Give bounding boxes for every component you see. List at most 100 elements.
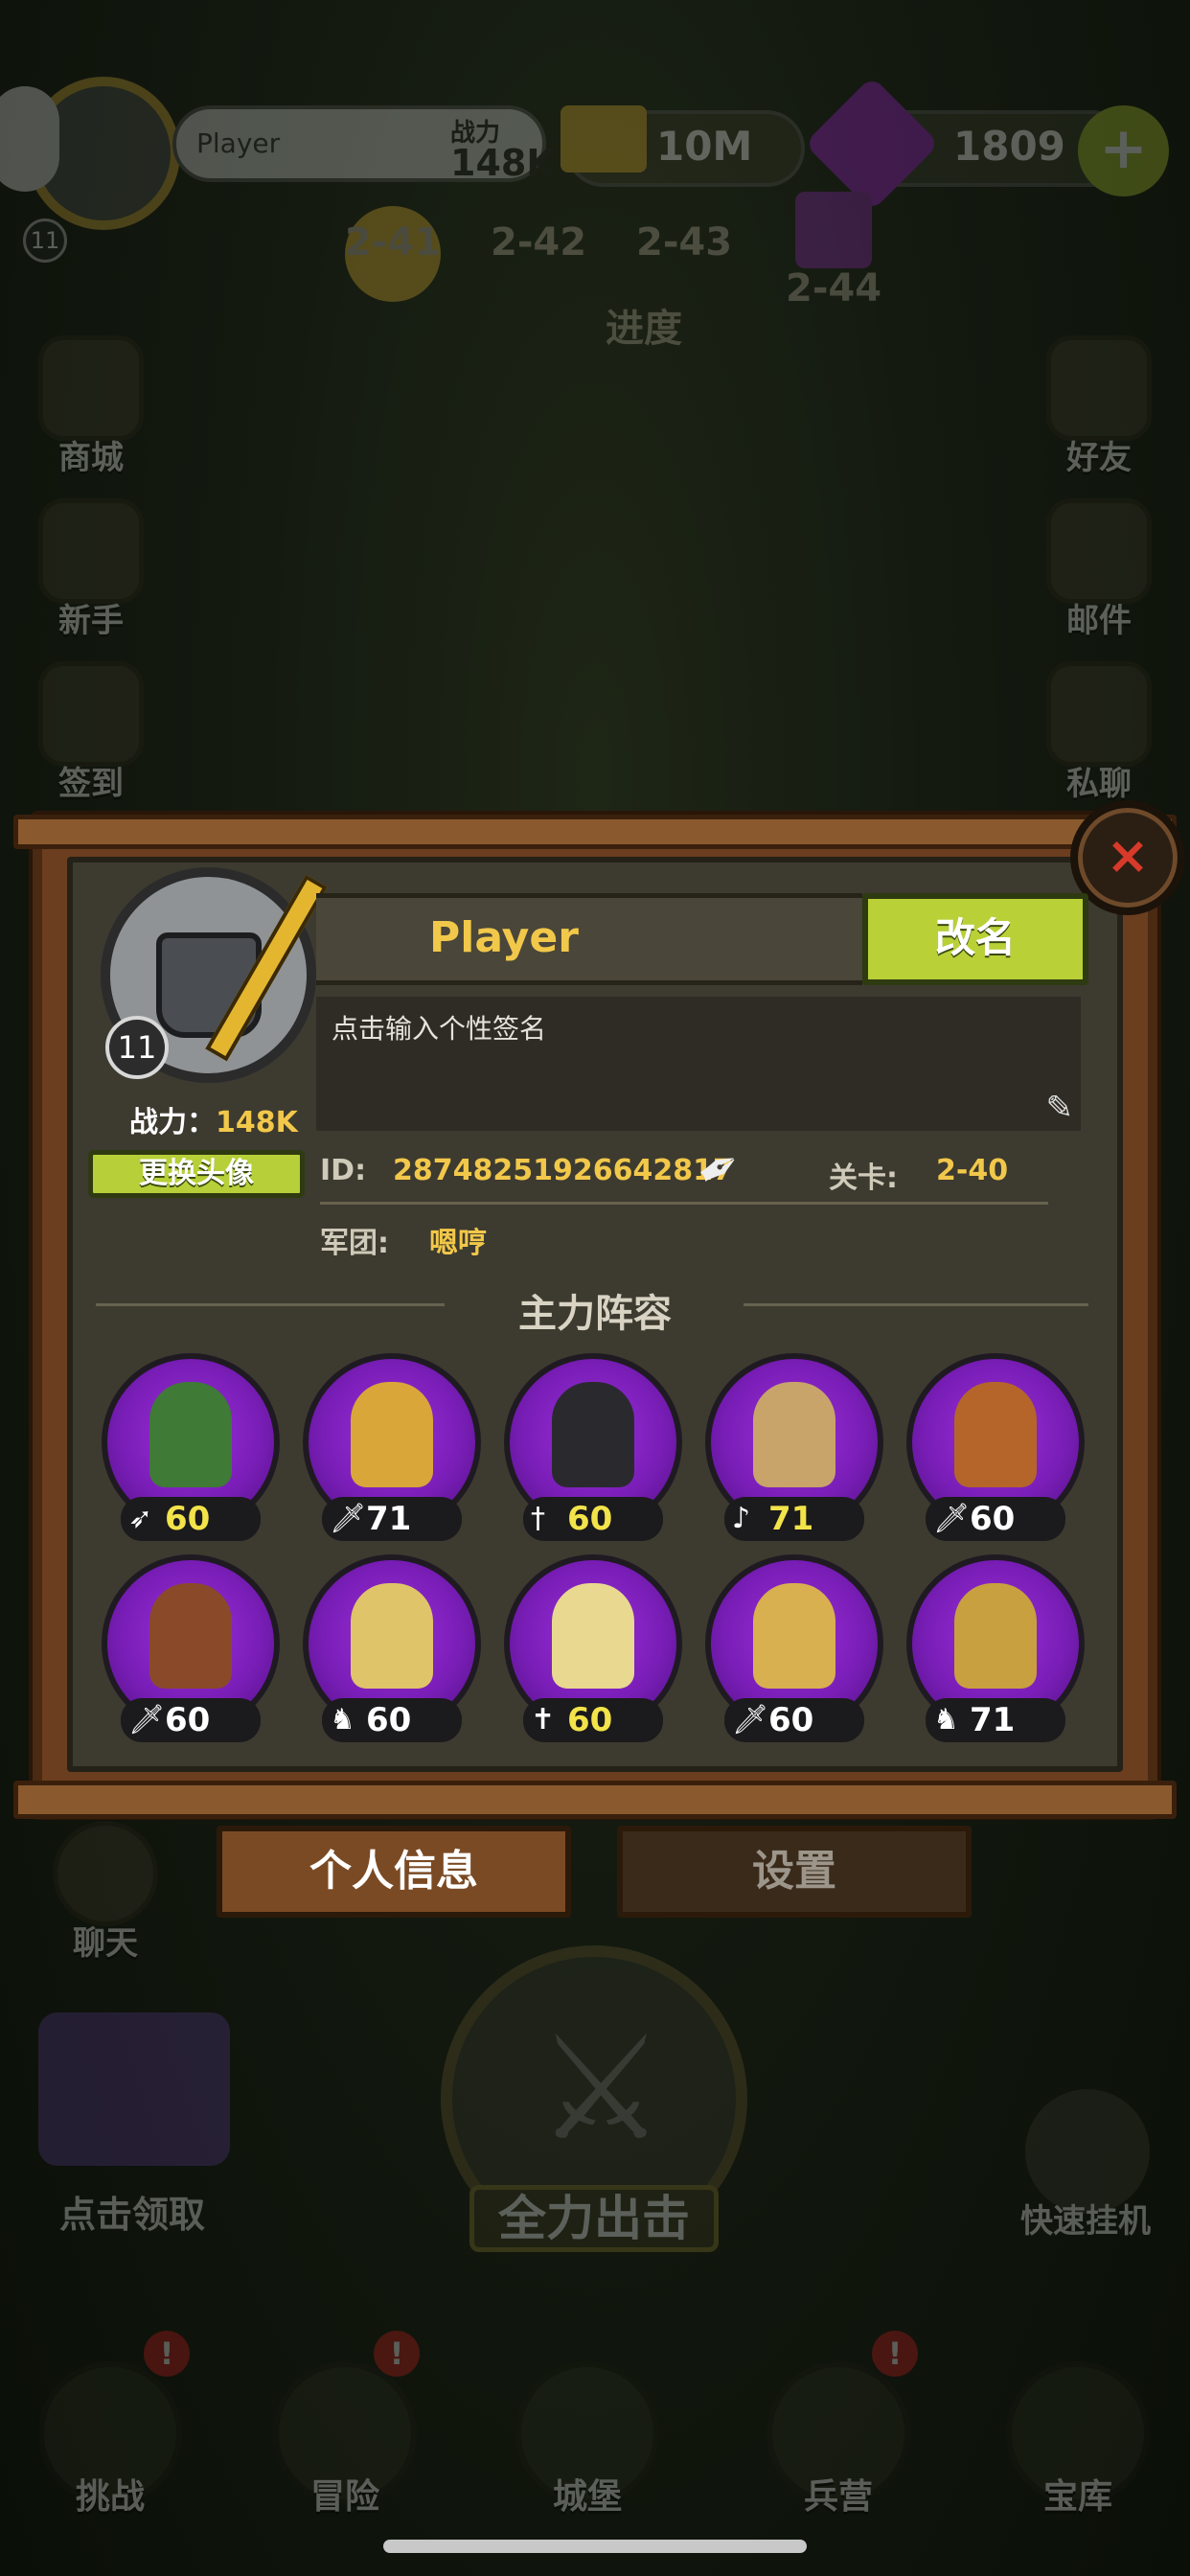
afk-label[interactable]: 快速挂机 xyxy=(1020,2195,1151,2242)
panel-frame-bottom-bar xyxy=(13,1781,1177,1819)
stage-label-3: 2-43 xyxy=(636,220,733,264)
dagger-class-icon: † xyxy=(531,1502,545,1535)
nav-castle[interactable]: 城堡 xyxy=(506,2361,669,2518)
stage-value: 2-40 xyxy=(936,1154,1009,1187)
chat-icon xyxy=(53,1821,158,1926)
hero-card[interactable]: ➶ 60 xyxy=(102,1353,280,1545)
bow-class-icon: ➶ xyxy=(128,1502,153,1535)
close-icon: × xyxy=(1106,825,1150,886)
hero-portrait xyxy=(149,1583,232,1689)
stage-label: 关卡: xyxy=(829,1162,898,1195)
tab-settings[interactable]: 设置 xyxy=(617,1826,972,1918)
lineup-title: 主力阵容 xyxy=(518,1292,672,1336)
hero-level: 71 xyxy=(970,1701,1016,1739)
rename-button[interactable]: 改名 xyxy=(862,893,1088,985)
gold-value: 10M xyxy=(656,123,753,170)
hero-portrait xyxy=(753,1583,835,1689)
nav-challenge-label: 挑战 xyxy=(75,2477,145,2517)
hero-card[interactable]: † 60 xyxy=(504,1353,682,1545)
hero-level: 71 xyxy=(768,1500,814,1538)
nav-adventure[interactable]: 冒险 xyxy=(263,2361,426,2518)
chat-button[interactable]: 聊天 xyxy=(43,1821,168,1964)
hero-level: 60 xyxy=(567,1500,613,1538)
private-chat-label: 私聊 xyxy=(1066,765,1132,803)
message-icon xyxy=(1046,661,1152,767)
change-avatar-button[interactable]: 更换头像 xyxy=(88,1150,305,1198)
cross-class-icon: ✝ xyxy=(531,1703,556,1736)
top-power-value: 148K xyxy=(450,142,555,184)
hero-portrait xyxy=(149,1382,232,1487)
signature-placeholder: 点击输入个性签名 xyxy=(332,1013,547,1045)
private-chat-button[interactable]: 私聊 xyxy=(1037,661,1161,804)
id-label: ID: xyxy=(320,1154,367,1187)
sword-class-icon: 🗡 xyxy=(732,1703,769,1736)
newbie-label: 新手 xyxy=(58,602,124,640)
hero-level: 60 xyxy=(165,1701,211,1739)
shop-label: 商城 xyxy=(58,439,124,477)
shop-button[interactable]: 商城 xyxy=(29,335,153,478)
hero-portrait xyxy=(351,1382,433,1487)
nav-castle-label: 城堡 xyxy=(552,2477,622,2517)
nav-treasury[interactable]: 宝库 xyxy=(996,2361,1159,2518)
shop-icon xyxy=(38,335,144,441)
attack-label[interactable]: 全力出击 xyxy=(469,2185,719,2252)
gold-icon xyxy=(561,105,647,172)
hero-card[interactable]: ✝ 60 xyxy=(504,1554,682,1746)
friends-button[interactable]: 好友 xyxy=(1037,335,1161,478)
top-left-emblem[interactable] xyxy=(0,86,59,192)
home-indicator[interactable] xyxy=(383,2540,807,2553)
info-divider xyxy=(320,1202,1048,1205)
nav-adventure-label: 冒险 xyxy=(309,2477,379,2517)
legion-label: 军团: xyxy=(320,1227,389,1260)
hero-level: 71 xyxy=(366,1500,412,1538)
boss-stage-icon xyxy=(795,192,872,268)
nav-barracks[interactable]: 兵营 xyxy=(757,2361,920,2518)
hero-card[interactable]: 🗡 60 xyxy=(906,1353,1085,1545)
hero-portrait xyxy=(351,1583,433,1689)
profile-name: Player xyxy=(429,913,579,962)
checkin-button[interactable]: 签到 xyxy=(29,661,153,804)
crossed-swords-icon: ⚔ xyxy=(537,2006,666,2173)
sword-class-icon: 🗡 xyxy=(330,1502,367,1535)
challenge-alert-badge: ! xyxy=(144,2331,190,2377)
staff-class-icon: ♪ xyxy=(732,1502,751,1535)
hero-level: 60 xyxy=(567,1701,613,1739)
add-gems-button[interactable]: + xyxy=(1078,105,1169,196)
nav-challenge[interactable]: 挑战 xyxy=(29,2361,192,2518)
stage-label-1: 2-41 xyxy=(345,220,442,264)
chat-label: 聊天 xyxy=(73,1924,138,1963)
profile-power: 战力：148K xyxy=(129,1098,298,1140)
nav-treasury-label: 宝库 xyxy=(1042,2477,1112,2517)
hero-card[interactable]: ♞ 60 xyxy=(303,1554,481,1746)
hammer-icon xyxy=(38,498,144,604)
friends-label: 好友 xyxy=(1066,439,1132,477)
nav-barracks-label: 兵营 xyxy=(803,2477,873,2517)
hero-card[interactable]: ♞ 71 xyxy=(906,1554,1085,1746)
name-bar: Player xyxy=(316,893,862,985)
progress-label: 进度 xyxy=(606,307,682,351)
hero-level: 60 xyxy=(165,1500,211,1538)
hero-card[interactable]: 🗡 60 xyxy=(705,1554,883,1746)
mail-button[interactable]: 邮件 xyxy=(1037,498,1161,641)
claim-label[interactable]: 点击领取 xyxy=(59,2185,205,2238)
hero-card[interactable]: 🗡 71 xyxy=(303,1353,481,1545)
tab-personal-info[interactable]: 个人信息 xyxy=(217,1826,571,1918)
hero-portrait xyxy=(954,1583,1037,1689)
hero-card[interactable]: ♪ 71 xyxy=(705,1353,883,1545)
gem-value: 1809 xyxy=(953,123,1065,170)
hero-portrait xyxy=(954,1382,1037,1487)
hero-portrait xyxy=(552,1382,634,1487)
top-level-badge: 11 xyxy=(23,218,67,263)
hero-level: 60 xyxy=(768,1701,814,1739)
hero-card[interactable]: 🗡 60 xyxy=(102,1554,280,1746)
hero-level: 60 xyxy=(366,1701,412,1739)
barracks-alert-badge: ! xyxy=(872,2331,918,2377)
treasure-chest-icon[interactable] xyxy=(38,2012,230,2166)
stage-label-4: 2-44 xyxy=(786,266,882,310)
newbie-button[interactable]: 新手 xyxy=(29,498,153,641)
profile-power-value: 148K xyxy=(216,1106,298,1139)
mail-icon xyxy=(1046,498,1152,604)
signature-input[interactable]: 点击输入个性签名 ✎ xyxy=(316,997,1081,1131)
stage-label-2: 2-42 xyxy=(491,220,587,264)
mail-label: 邮件 xyxy=(1066,602,1132,640)
